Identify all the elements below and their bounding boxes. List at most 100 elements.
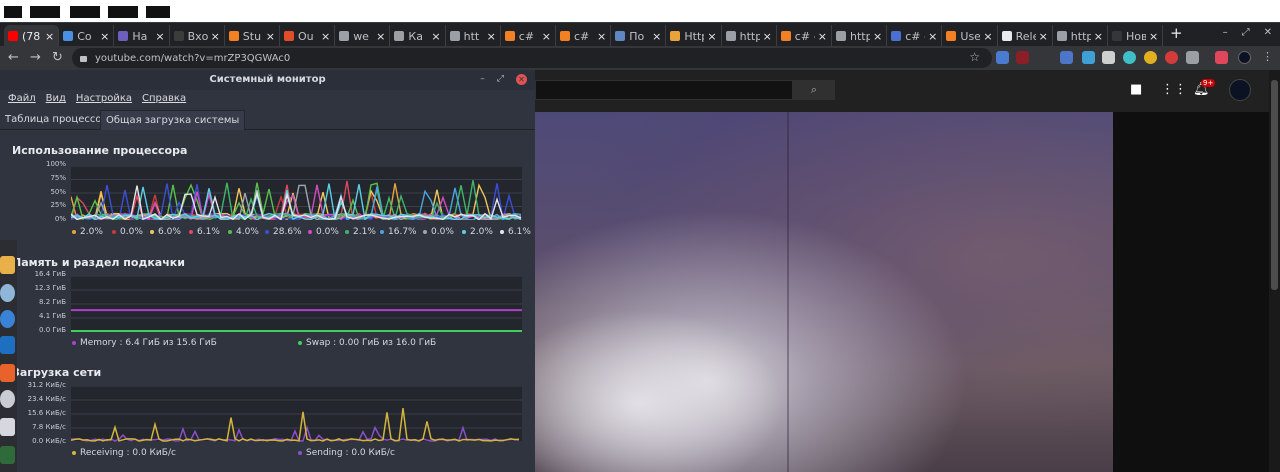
scrollbar-thumb[interactable] (1271, 80, 1278, 290)
tab-close-icon[interactable]: × (1149, 30, 1158, 43)
menu-help[interactable]: Справка (142, 93, 186, 104)
tab-title: c# - H (794, 29, 815, 43)
extension-icon[interactable] (1186, 51, 1199, 64)
tab-close-icon[interactable]: × (707, 30, 716, 43)
tab-title: c# (518, 29, 535, 43)
cpu-legend-item: 6.1% (189, 227, 220, 237)
chrome-menu-icon[interactable]: ⋮ (1262, 50, 1273, 63)
extension-translate-icon[interactable] (996, 51, 1009, 64)
minimize-icon[interactable]: – (1223, 27, 1228, 38)
extension-icon[interactable] (1165, 51, 1178, 64)
minimize-icon[interactable]: – (480, 74, 485, 85)
page-scrollbar[interactable] (1269, 70, 1280, 472)
youtube-search-input[interactable] (535, 80, 793, 100)
menu-settings[interactable]: Настройка (76, 93, 132, 104)
receiving-color-dot (72, 451, 76, 455)
browser-tab[interactable]: Ou × (280, 25, 336, 47)
browser-tab[interactable]: Stu × (225, 25, 280, 47)
tab-favicon (63, 31, 74, 41)
browser-tab[interactable]: HttpC× (666, 25, 722, 47)
tab-system-load[interactable]: Общая загрузка системы (100, 110, 246, 130)
close-window-icon[interactable]: ✕ (1264, 27, 1272, 38)
video-player[interactable] (535, 112, 1113, 472)
menu-file[interactable]: Файл (8, 93, 36, 104)
tab-close-icon[interactable]: × (155, 30, 164, 43)
close-icon[interactable]: ✕ (516, 74, 527, 85)
tab-close-icon[interactable]: × (652, 30, 661, 43)
app-icon[interactable] (0, 310, 15, 328)
youtube-search-button[interactable]: ⌕ (793, 80, 835, 100)
tab-close-icon[interactable]: × (1039, 30, 1048, 43)
tab-title: (78 (22, 29, 41, 43)
tab-close-icon[interactable]: × (487, 30, 496, 43)
tab-close-icon[interactable]: × (100, 30, 109, 43)
tab-close-icon[interactable]: × (376, 30, 385, 43)
tab-close-icon[interactable]: × (983, 30, 992, 43)
extension-icon[interactable] (1102, 51, 1115, 64)
browser-tab[interactable]: User S× (942, 25, 998, 47)
browser-tab[interactable]: c# × (556, 25, 612, 47)
browser-tab[interactable]: c# - H× (887, 25, 943, 47)
bookmark-star-icon[interactable]: ☆ (969, 50, 980, 64)
tab-process-table[interactable]: Таблица процессов (0, 110, 112, 130)
browser-tab[interactable]: htt × (446, 25, 501, 47)
tab-close-icon[interactable]: × (321, 30, 330, 43)
tab-title: Ou (298, 29, 314, 43)
browser-tab[interactable]: we × (335, 25, 391, 47)
tab-close-icon[interactable]: × (266, 30, 275, 43)
tab-close-icon[interactable]: × (873, 30, 882, 43)
tab-close-icon[interactable]: × (597, 30, 606, 43)
tab-close-icon[interactable]: × (1094, 30, 1103, 43)
system-monitor-icon[interactable] (0, 446, 15, 464)
reload-icon[interactable]: ↻ (52, 50, 63, 65)
extension-icon[interactable] (1082, 51, 1095, 64)
browser-tab[interactable]: Relea× (998, 25, 1053, 47)
browser-tab[interactable]: Новая вк× (1108, 25, 1164, 47)
browser-tab[interactable]: c# × (501, 25, 556, 47)
browser-tab[interactable]: https:× (1053, 25, 1108, 47)
maximize-icon[interactable]: ⤢ (1242, 27, 1250, 38)
browser-tab[interactable]: На × (114, 25, 170, 47)
extension-icon[interactable] (1144, 51, 1157, 64)
vscode-icon[interactable] (0, 336, 15, 354)
browser-tab[interactable]: Ка × (390, 25, 446, 47)
url-input[interactable]: youtube.com/watch?v=mrZP3QGWAc0 ☆ (72, 48, 992, 68)
app-icon[interactable] (0, 390, 15, 408)
browser-tab[interactable]: (78 × (4, 25, 60, 47)
profile-avatar[interactable] (1238, 51, 1251, 64)
settings-icon[interactable] (0, 418, 15, 436)
tab-close-icon[interactable]: × (818, 30, 827, 43)
back-icon[interactable]: ← (8, 50, 19, 65)
network-chart-svg (71, 386, 522, 442)
tab-close-icon[interactable]: × (763, 30, 772, 43)
tab-close-icon[interactable]: × (211, 30, 220, 43)
browser-tab[interactable]: c# - H× (777, 25, 832, 47)
cpu-legend-dot (500, 230, 504, 234)
browser-tab[interactable]: Вхо × (170, 25, 225, 47)
extension-icon[interactable] (1016, 51, 1029, 64)
swap-color-dot (298, 341, 302, 345)
browser-tab[interactable]: По × (611, 25, 667, 47)
tab-close-icon[interactable]: × (45, 30, 54, 43)
browser-tab[interactable]: httpcli× (722, 25, 777, 47)
tab-title: Stu (242, 29, 262, 43)
forward-icon[interactable]: → (30, 50, 41, 65)
redacted-block (30, 6, 60, 18)
chromium-icon[interactable] (0, 284, 15, 302)
extension-icon[interactable] (1123, 51, 1136, 64)
files-icon[interactable] (0, 256, 15, 274)
tab-close-icon[interactable]: × (928, 30, 937, 43)
browser-tab[interactable]: Co × (59, 25, 115, 47)
apps-grid-icon[interactable]: ⋮⋮ (1161, 82, 1187, 97)
extension-vk-icon[interactable] (1060, 51, 1073, 64)
sublime-icon[interactable] (0, 364, 15, 382)
menu-view[interactable]: Вид (46, 93, 66, 104)
extension-icon[interactable] (1215, 51, 1228, 64)
browser-tab[interactable]: httpcli× (832, 25, 888, 47)
new-tab-button[interactable]: + (1170, 24, 1183, 42)
maximize-icon[interactable]: ⤢ (497, 74, 504, 85)
tab-close-icon[interactable]: × (542, 30, 551, 43)
video-camera-icon[interactable]: ■ (1130, 82, 1142, 97)
youtube-avatar[interactable] (1229, 79, 1251, 101)
tab-close-icon[interactable]: × (431, 30, 440, 43)
